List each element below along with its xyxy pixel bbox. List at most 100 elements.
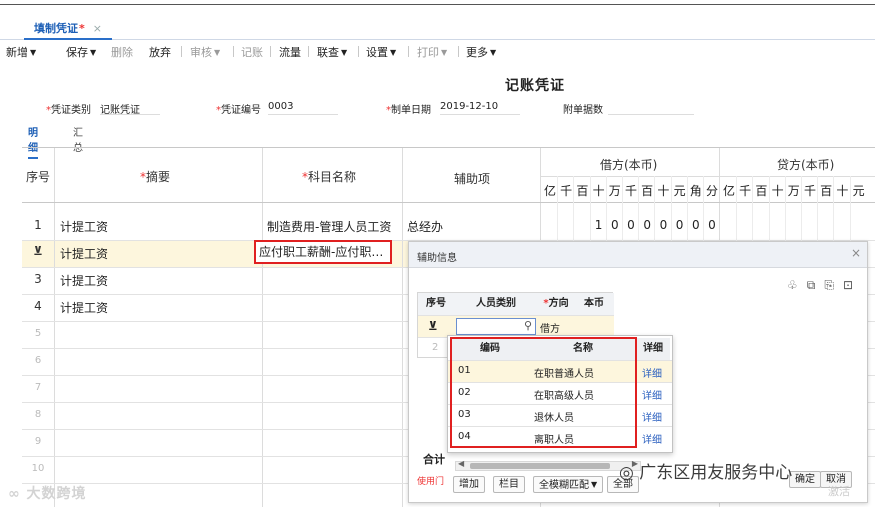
summary-cell[interactable]: 计提工资 [60, 299, 108, 316]
row-number: 2 [432, 342, 439, 353]
scroll-thumb[interactable] [470, 463, 610, 469]
col-credit-header: 贷方(本币) [777, 158, 835, 172]
tab-voucher-entry[interactable]: 填制凭证* × [24, 20, 112, 40]
detail-link[interactable]: 详细 [642, 387, 662, 402]
debit-digit-header: 千 [624, 184, 637, 198]
summary-cell[interactable]: 计提工资 [60, 245, 108, 262]
chevron-down-icon: ▼ [30, 48, 37, 57]
divider [408, 46, 409, 57]
search-icon[interactable]: ⚲ [524, 319, 532, 332]
detail-link[interactable]: 详细 [642, 409, 662, 424]
divider [233, 46, 234, 57]
date-label: *制单日期 [386, 105, 431, 116]
amount-digit: 0 [659, 218, 668, 232]
debit-digit-header: 百 [576, 184, 589, 198]
horizontal-scrollbar[interactable]: ◀ ▶ [455, 459, 641, 471]
export-icon[interactable]: ⊡ [843, 278, 853, 292]
aux-col-direction: *方向 [538, 293, 574, 315]
debit-digit-header: 十 [592, 184, 605, 198]
dialog-title-bar: 辅助信息 × [409, 242, 867, 268]
account-edit-field[interactable]: 应付职工薪酬-应付职… [254, 240, 392, 264]
date-field[interactable]: 2019-12-10 [440, 101, 520, 115]
row-number: 8 [34, 409, 42, 420]
amount-digit: 0 [708, 218, 716, 232]
chevron-down-icon: ▼ [341, 48, 348, 57]
paste-icon[interactable]: ⎘ [824, 278, 834, 292]
chevron-down-icon: ▼ [591, 480, 598, 489]
voucher-number-field[interactable]: 0003 [268, 101, 338, 115]
col-account-header: *科目名称 [302, 170, 357, 184]
flow-button[interactable]: 流量 [279, 44, 301, 60]
col-summary-header: *摘要 [140, 170, 171, 184]
close-icon[interactable]: × [851, 246, 861, 260]
toolbar: 新增 ▼ 保存 ▼ 删除 放弃 审核 ▼ 记账 流量 联查 ▼ 设置 ▼ 打印 ▼ 更多 ▼ [0, 42, 875, 60]
row-number: 3 [34, 272, 42, 286]
col-aux-header: 辅助项 [454, 172, 491, 186]
chevron-down-icon: ▼ [390, 48, 397, 57]
top-border [0, 4, 875, 5]
attachments-label: 附单据数 [563, 105, 603, 116]
amount-digit: 1 [594, 218, 603, 232]
aux-col-type: 人员类别 [454, 293, 538, 315]
credit-digit-header: 元 [852, 184, 865, 198]
scroll-left-icon[interactable]: ◀ [458, 459, 464, 468]
debit-digit-header: 亿 [543, 184, 556, 198]
summary-cell[interactable]: 计提工资 [60, 272, 108, 289]
row-number: 7 [34, 382, 42, 393]
chevron-down-icon: ▼ [90, 48, 97, 57]
attachments-field[interactable] [608, 101, 694, 115]
debit-digit-header: 万 [608, 184, 621, 198]
copy-icon[interactable]: ⧉ [807, 278, 816, 292]
match-mode-select[interactable]: 全模糊匹配 ▼ [533, 476, 604, 493]
row-number: 10 [31, 463, 45, 474]
insert-row-icon[interactable]: ⊻ [22, 244, 54, 258]
voucher-type-label: *凭证类别 [46, 105, 91, 116]
highlight-box [450, 337, 637, 448]
chevron-down-icon: ▼ [214, 48, 221, 57]
page-title: 记账凭证 [505, 78, 565, 94]
filter-icon[interactable]: ♧ [787, 278, 798, 292]
personnel-type-input[interactable]: ⚲ [456, 318, 536, 335]
aux-row-active: ⊻ ⚲ 借方 [418, 315, 614, 337]
debit-digit-header: 分 [705, 184, 718, 198]
delete-button[interactable]: 删除 [111, 44, 133, 60]
save-button[interactable]: 保存 ▼ [66, 44, 96, 60]
aux-col-amount: 本币 [574, 293, 614, 315]
debit-digit-header: 十 [657, 184, 670, 198]
add-row-button[interactable]: 增加 [453, 476, 485, 493]
detail-link[interactable]: 详细 [642, 431, 662, 446]
divider [458, 46, 459, 57]
review-button[interactable]: 审核 ▼ [190, 44, 220, 60]
account-cell[interactable]: 制造费用-管理人员工资 [267, 218, 391, 235]
settings-button[interactable]: 设置 ▼ [366, 44, 396, 60]
row-number: 6 [34, 355, 42, 366]
credit-digit-header: 千 [739, 184, 752, 198]
more-button[interactable]: 更多 ▼ [466, 44, 496, 60]
dialog-toolbar: ♧ ⧉ ⎘ ⊡ [778, 278, 853, 293]
direction-value[interactable]: 借方 [540, 320, 560, 335]
close-tab-icon[interactable]: × [93, 22, 102, 35]
columns-button[interactable]: 栏目 [493, 476, 525, 493]
total-label: 合计 [423, 453, 445, 466]
divider [358, 46, 359, 57]
amount-digit: 0 [643, 218, 651, 232]
chevron-down-icon: ▼ [441, 48, 448, 57]
divider [308, 46, 309, 57]
watermark-left: ∞ 大数跨境 [8, 486, 87, 502]
post-button[interactable]: 记账 [241, 44, 263, 60]
summary-cell[interactable]: 计提工资 [60, 218, 108, 235]
detail-link[interactable]: 详细 [642, 365, 662, 380]
aux-cell[interactable]: 总经办 [407, 218, 443, 235]
credit-digit-header: 亿 [722, 184, 735, 198]
voucher-type-field[interactable]: 记账凭证 [100, 101, 160, 116]
voucher-number-label: *凭证编号 [216, 105, 261, 116]
divider [270, 46, 271, 57]
linked-query-button[interactable]: 联查 ▼ [317, 44, 347, 60]
insert-row-icon[interactable]: ⊻ [428, 319, 438, 333]
print-button[interactable]: 打印 ▼ [417, 44, 447, 60]
unsaved-marker: * [79, 22, 85, 35]
ok-button[interactable]: 确定 [789, 471, 821, 488]
add-button[interactable]: 新增 ▼ [6, 44, 36, 60]
credit-digit-header: 百 [820, 184, 833, 198]
discard-button[interactable]: 放弃 [149, 44, 171, 60]
